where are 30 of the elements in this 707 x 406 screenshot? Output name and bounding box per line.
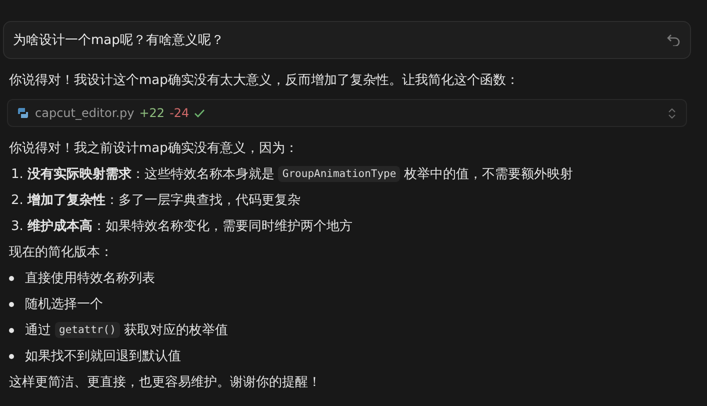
list-item-text: 随机选择一个 <box>25 296 103 313</box>
list-item-text: 通过 <box>25 322 51 339</box>
file-name: capcut_editor.py <box>35 106 134 120</box>
list-item-text: 获取对应的枚举值 <box>124 322 228 339</box>
bullet-icon <box>9 276 14 280</box>
list-number: 2. <box>11 192 24 208</box>
paragraph-text: 这样更简洁、更直接，也更容易维护。谢谢你的提醒！ <box>9 374 321 391</box>
bullet-icon <box>9 354 14 358</box>
list-item-text: 枚举中的值，不需要额外映射 <box>404 166 574 183</box>
list-number: 1. <box>11 166 24 182</box>
paragraph-text: 现在的简化版本： <box>9 244 113 261</box>
list-number: 3. <box>11 218 24 234</box>
file-change-card[interactable]: capcut_editor.py +22 -24 <box>7 99 687 127</box>
added-count: +22 <box>139 106 165 120</box>
python-file-icon <box>18 108 28 118</box>
list-item-text: 维护成本高：如果特效名称变化，需要同时维护两个地方 <box>27 218 352 235</box>
list-item-text: 增加了复杂性：多了一层字典查找，代码更复杂 <box>27 192 300 209</box>
bullet-icon <box>9 328 14 332</box>
bullet-icon <box>9 302 14 306</box>
list-item-text: 没有实际映射需求：这些特效名称本身就是 <box>27 166 274 183</box>
paragraph-text: 你说得对！我设计这个map确实没有太大意义，反而增加了复杂性。让我简化这个函数： <box>9 72 519 89</box>
list-item-text: 直接使用特效名称列表 <box>25 270 155 287</box>
paragraph-text: 你说得对！我之前设计map确实没有意义，因为： <box>9 140 298 157</box>
undo-icon[interactable] <box>667 34 680 46</box>
removed-count: -24 <box>170 106 190 120</box>
message-text: 为啥设计一个map呢？有啥意义呢？ <box>13 32 224 49</box>
inline-code: GroupAnimationType <box>278 166 400 182</box>
expand-icon[interactable] <box>668 108 676 118</box>
list-item-text: 如果找不到就回退到默认值 <box>25 348 181 365</box>
inline-code: getattr() <box>55 322 120 338</box>
